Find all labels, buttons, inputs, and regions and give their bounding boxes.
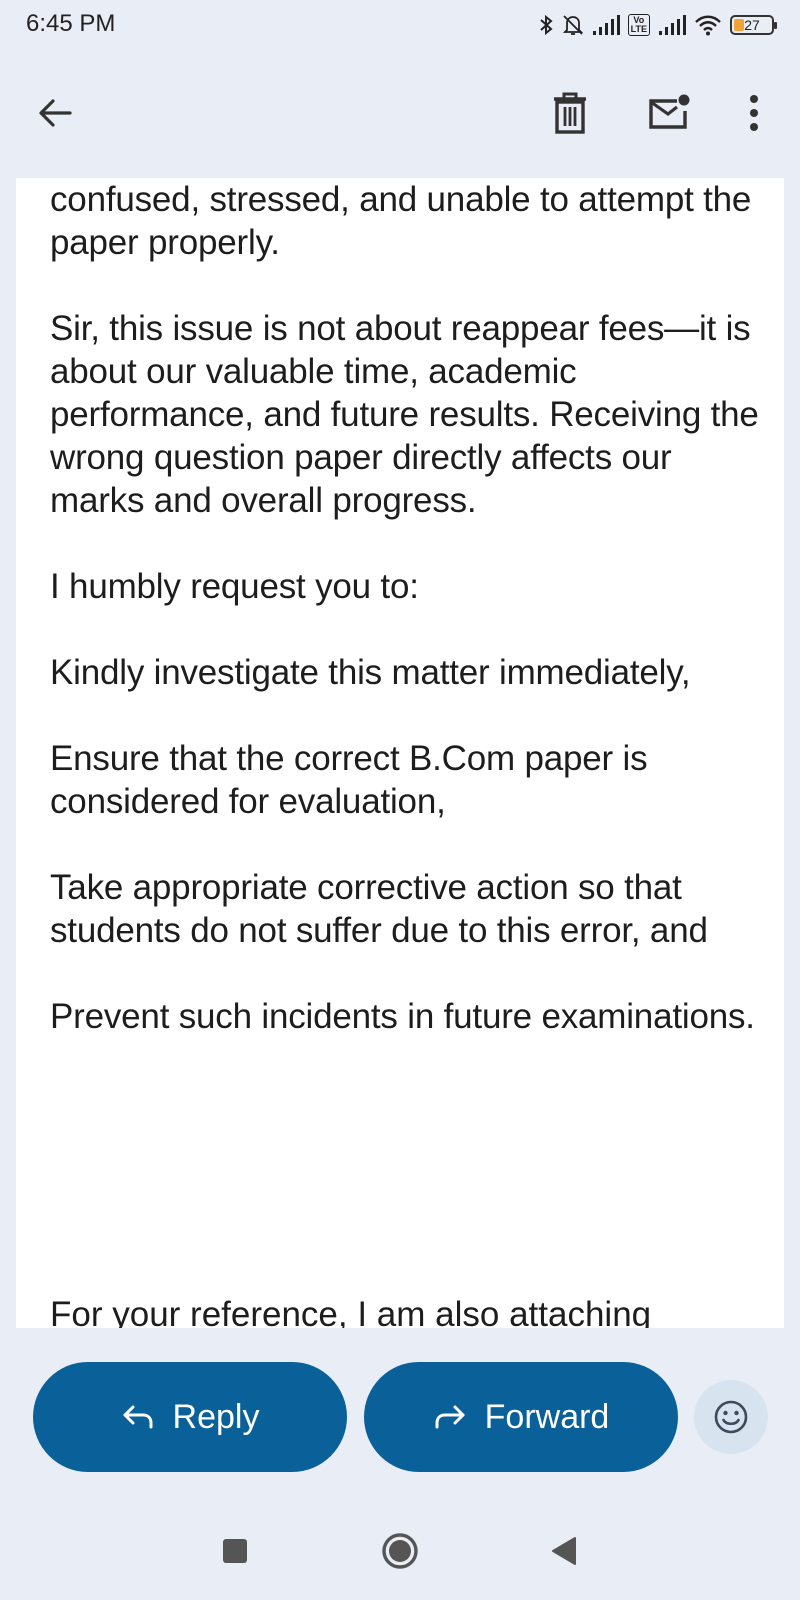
forward-button[interactable]: Forward <box>364 1362 678 1472</box>
bell-off-icon <box>562 13 584 37</box>
back-button[interactable] <box>26 83 86 143</box>
message-paragraph: Ensure that the correct B.Com paper is c… <box>50 739 648 821</box>
email-view-screen: 6:45 PM Vo LTE 27 confused, stressed, an… <box>0 0 800 1600</box>
battery-percent: 27 <box>744 17 760 33</box>
back-arrow-icon <box>39 99 72 127</box>
emoji-icon <box>714 1400 748 1434</box>
mark-unread-icon <box>649 94 690 129</box>
reply-button[interactable]: Reply <box>33 1362 347 1472</box>
message-paragraph: I humbly request you to: <box>50 567 419 606</box>
signal-icon <box>658 14 686 36</box>
message-body[interactable]: confused, stressed, and unable to attemp… <box>16 178 784 1328</box>
more-options-button[interactable] <box>724 83 784 143</box>
message-text: confused, stressed, and unable to attemp… <box>50 178 760 1081</box>
battery-icon: 27 <box>730 15 777 35</box>
triangle-back-icon <box>552 1537 576 1565</box>
battery-fill <box>734 19 744 31</box>
forward-label: Forward <box>484 1397 610 1436</box>
message-paragraph: Take appropriate corrective action so th… <box>50 868 708 950</box>
message-toolbar <box>0 70 800 160</box>
status-time: 6:45 PM <box>26 10 116 37</box>
bluetooth-icon <box>538 13 554 37</box>
emoji-reaction-button[interactable] <box>694 1380 768 1454</box>
circle-icon <box>382 1533 418 1569</box>
delete-button[interactable] <box>540 83 600 143</box>
square-icon <box>223 1539 247 1563</box>
message-paragraph: Sir, this issue is not about reappear fe… <box>50 309 759 520</box>
reply-arrow-icon <box>123 1405 153 1429</box>
message-paragraph: confused, stressed, and unable to attemp… <box>50 180 752 262</box>
message-paragraph: Prevent such incidents in future examina… <box>50 997 755 1036</box>
home-button[interactable] <box>375 1526 425 1576</box>
more-vert-icon <box>750 95 758 131</box>
forward-arrow-icon <box>435 1405 465 1429</box>
message-paragraph-cut-off: For your reference, I am also attaching <box>50 1295 652 1328</box>
recents-button[interactable] <box>210 1526 260 1576</box>
wifi-icon <box>694 14 722 36</box>
nav-back-button[interactable] <box>539 1526 589 1576</box>
mark-unread-button[interactable] <box>640 83 700 143</box>
status-icons: Vo LTE 27 <box>538 10 777 40</box>
message-paragraph: Kindly investigate this matter immediate… <box>50 653 691 692</box>
volte-icon: Vo LTE <box>627 14 650 36</box>
status-bar: 6:45 PM Vo LTE 27 <box>0 0 800 50</box>
trash-icon <box>554 92 586 134</box>
system-nav-bar <box>0 1502 800 1600</box>
signal-icon <box>592 14 620 36</box>
reply-label: Reply <box>172 1397 260 1436</box>
